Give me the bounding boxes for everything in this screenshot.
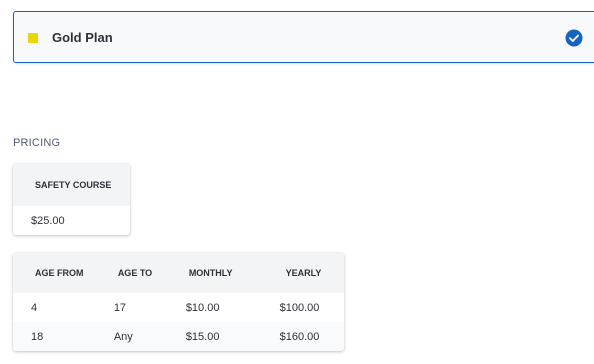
cell-age-from: 18 bbox=[13, 322, 97, 351]
rates-table: AGE FROM AGE TO MONTHLY YEARLY 4 17 $10.… bbox=[13, 253, 344, 351]
check-circle-icon bbox=[565, 29, 583, 47]
table-row: 18 Any $15.00 $160.00 bbox=[13, 322, 344, 351]
plan-card[interactable]: Gold Plan bbox=[13, 11, 594, 63]
cell-monthly: $10.00 bbox=[185, 301, 220, 314]
cell-age-to: Any bbox=[96, 322, 169, 351]
cell-yearly: $160.00 bbox=[255, 322, 344, 351]
safety-course-card: SAFETY COURSE $25.00 bbox=[13, 164, 130, 235]
column-header-yearly: YEARLY bbox=[255, 253, 344, 293]
column-header-age-to: AGE TO bbox=[96, 253, 169, 293]
column-header-age-from: AGE FROM bbox=[13, 253, 97, 293]
cell-monthly: $15.00 bbox=[168, 322, 256, 351]
plan-color-swatch bbox=[28, 33, 38, 43]
rates-table-card: AGE FROM AGE TO MONTHLY YEARLY 4 17 $10.… bbox=[13, 253, 344, 351]
table-row: 4 17 $10.00 $100.00 bbox=[13, 293, 344, 322]
cell-yearly: $100.00 bbox=[279, 301, 320, 314]
plan-name: Gold Plan bbox=[52, 30, 113, 45]
table-header-row: AGE FROM AGE TO MONTHLY YEARLY bbox=[13, 253, 344, 293]
safety-course-price: $25.00 bbox=[31, 214, 65, 227]
cell-age-to: 17 bbox=[113, 301, 127, 314]
safety-course-header: SAFETY COURSE bbox=[13, 164, 130, 206]
column-header-monthly: MONTHLY bbox=[168, 253, 256, 293]
pricing-section-title: PRICING bbox=[13, 137, 61, 149]
cell-age-from: 4 bbox=[31, 301, 38, 314]
